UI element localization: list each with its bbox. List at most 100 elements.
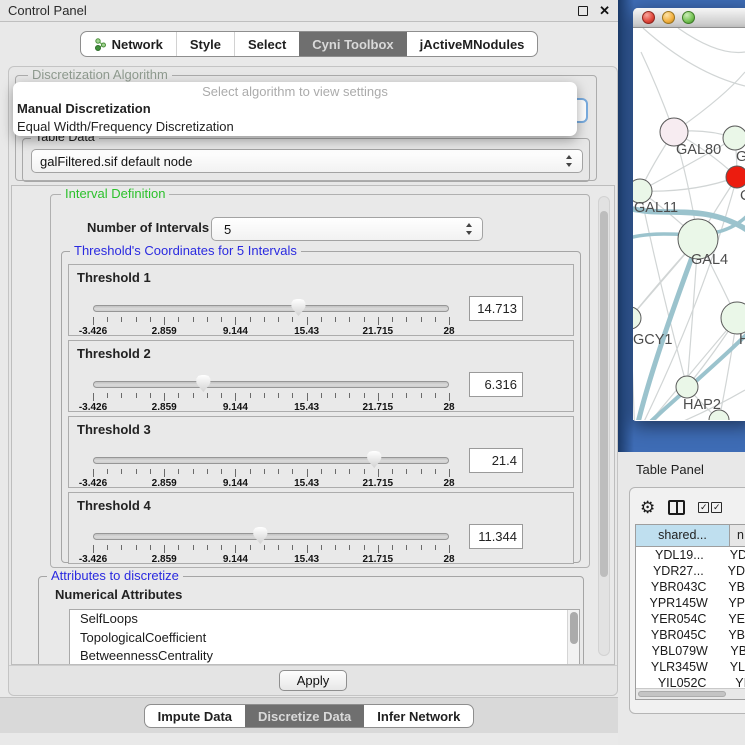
column-header-name[interactable]: n	[730, 525, 745, 546]
tick-label: 15.43	[294, 402, 319, 413]
tick-label: 21.715	[363, 478, 394, 489]
table-body: YDL19...YDL1YDR27...YDR2YBR043CYBR0YPR14…	[636, 547, 745, 691]
tick-label: -3.426	[79, 326, 107, 337]
slider-ticks	[93, 393, 449, 402]
threshold-slider[interactable]: -3.4262.8599.14415.4321.71528	[93, 530, 449, 562]
table-row[interactable]: YBR043CYBR0	[636, 579, 745, 595]
slider-thumb[interactable]	[291, 299, 306, 316]
algorithm-dropdown-popup: Select algorithm to view settings Manual…	[13, 82, 577, 136]
network-node[interactable]	[676, 376, 698, 398]
table-row[interactable]: YBL079WYBL0	[636, 643, 745, 659]
stepper-icon	[566, 155, 573, 167]
slider-track[interactable]	[93, 533, 449, 540]
threshold-label: Threshold 4	[77, 498, 151, 513]
tab-impute-data[interactable]: Impute Data	[145, 705, 245, 727]
node-label: H	[739, 332, 745, 348]
table-row[interactable]: YDR27...YDR2	[636, 563, 745, 579]
checkbox-icon[interactable]: ✓	[711, 502, 722, 513]
close-icon[interactable]: ✕	[599, 0, 610, 22]
tab-network[interactable]: Network	[81, 32, 176, 56]
slider-thumb[interactable]	[253, 527, 268, 544]
threshold-coordinates-group: Threshold's Coordinates for 5 Intervals …	[61, 251, 581, 563]
attributes-group-title: Attributes to discretize	[47, 568, 183, 583]
tick-label: 15.43	[294, 478, 319, 489]
tab-infer-network[interactable]: Infer Network	[364, 705, 473, 727]
node-label: GAL11	[634, 200, 678, 216]
table-row[interactable]: YBR045CYBR0	[636, 627, 745, 643]
threshold-slider[interactable]: -3.4262.8599.14415.4321.71528	[93, 454, 449, 486]
table-row[interactable]: YER054CYER0	[636, 611, 745, 627]
table-row[interactable]: YDL19...YDL1	[636, 547, 745, 563]
node-label: HAP2	[683, 397, 721, 413]
threshold-value-input[interactable]: 21.4	[469, 448, 523, 473]
number-of-intervals-select[interactable]: 5	[211, 217, 483, 241]
node-label: C	[740, 188, 745, 204]
tab-style[interactable]: Style	[176, 32, 234, 56]
threshold-panel: Threshold 1-3.4262.8599.14415.4321.71528…	[68, 264, 574, 336]
apply-button[interactable]: Apply	[279, 670, 347, 691]
slider-track[interactable]	[93, 381, 449, 388]
slider-ticks	[93, 317, 449, 326]
table-row[interactable]: YPR145WYPR1	[636, 595, 745, 611]
tab-select[interactable]: Select	[234, 32, 299, 56]
list-scrollbar[interactable]	[567, 610, 579, 665]
network-node[interactable]	[726, 166, 745, 188]
slider-thumb[interactable]	[196, 375, 211, 392]
threshold-value-input[interactable]: 14.713	[469, 296, 523, 321]
tick-label: 2.859	[152, 554, 177, 565]
threshold-slider[interactable]: -3.4262.8599.14415.4321.71528	[93, 302, 449, 334]
network-node[interactable]	[633, 307, 641, 329]
threshold-value-input[interactable]: 11.344	[469, 524, 523, 549]
network-node[interactable]	[723, 126, 745, 150]
minimize-traffic-light-icon[interactable]	[662, 11, 675, 24]
network-node[interactable]	[721, 302, 745, 334]
column-header-shared-name[interactable]: shared...	[636, 525, 730, 546]
slider-track[interactable]	[93, 457, 449, 464]
right-panel: GAL80GACGAL11GAL4GCY1HHAP2 Table Panel ⚙…	[618, 0, 745, 745]
table-panel: ⚙ ✓ ✓ shared... n YDL19...YDL1YDR27...YD…	[629, 487, 745, 714]
tab-discretize-data[interactable]: Discretize Data	[245, 705, 364, 727]
gear-icon[interactable]: ⚙	[640, 499, 655, 516]
tick-label: 15.43	[294, 326, 319, 337]
interval-definition-group: Interval Definition Number of Intervals …	[50, 194, 590, 568]
table-data-select[interactable]: galFiltered.sif default node	[31, 149, 583, 173]
close-traffic-light-icon[interactable]	[642, 11, 655, 24]
slider-thumb[interactable]	[367, 451, 382, 468]
tick-label: 28	[443, 478, 454, 489]
zoom-traffic-light-icon[interactable]	[682, 11, 695, 24]
slider-ticks	[93, 469, 449, 478]
threshold-panel: Threshold 4-3.4262.8599.14415.4321.71528…	[68, 492, 574, 564]
threshold-value-input[interactable]: 6.316	[469, 372, 523, 397]
node-table: shared... n YDL19...YDL1YDR27...YDR2YBR0…	[635, 524, 745, 700]
number-of-intervals-label: Number of Intervals	[87, 220, 209, 235]
tab-cyni-toolbox[interactable]: Cyni Toolbox	[299, 32, 406, 56]
tick-label: 9.144	[223, 554, 248, 565]
dropdown-option-equal-width[interactable]: Equal Width/Frequency Discretization	[13, 118, 577, 136]
numerical-attributes-list[interactable]: SelfLoopsTopologicalCoefficientBetweenne…	[69, 609, 580, 665]
split-columns-icon[interactable]	[668, 500, 685, 515]
attribute-list-item[interactable]: SelfLoops	[70, 610, 579, 629]
tick-label: 2.859	[152, 478, 177, 489]
tab-jactivemnodules[interactable]: jActiveMNodules	[407, 32, 538, 56]
network-canvas[interactable]: GAL80GACGAL11GAL4GCY1HHAP2	[633, 28, 745, 420]
checkbox-icon[interactable]: ✓	[698, 502, 709, 513]
settings-vertical-scrollbar[interactable]	[598, 196, 610, 656]
table-data-group: Table Data galFiltered.sif default node	[22, 138, 590, 182]
tick-label: 28	[443, 402, 454, 413]
tick-label: 9.144	[223, 326, 248, 337]
node-label: GAL4	[691, 252, 728, 268]
slider-track[interactable]	[93, 305, 449, 312]
dropdown-hint-option[interactable]: Select algorithm to view settings	[13, 82, 577, 100]
attribute-list-item[interactable]: BetweennessCentrality	[70, 647, 579, 665]
float-window-icon[interactable]	[578, 6, 588, 16]
tick-label: 21.715	[363, 554, 394, 565]
attributes-group: Attributes to discretize Numerical Attri…	[38, 576, 584, 665]
threshold-slider[interactable]: -3.4262.8599.14415.4321.71528	[93, 378, 449, 410]
dropdown-option-manual-discretization[interactable]: Manual Discretization	[13, 100, 577, 118]
panel-title: Control Panel	[8, 0, 87, 22]
node-label: GAL80	[676, 142, 721, 158]
threshold-panel: Threshold 3-3.4262.8599.14415.4321.71528…	[68, 416, 574, 488]
table-row[interactable]: YLR345WYLR3	[636, 659, 745, 675]
table-horizontal-scrollbar[interactable]	[636, 688, 745, 699]
attribute-list-item[interactable]: TopologicalCoefficient	[70, 629, 579, 648]
